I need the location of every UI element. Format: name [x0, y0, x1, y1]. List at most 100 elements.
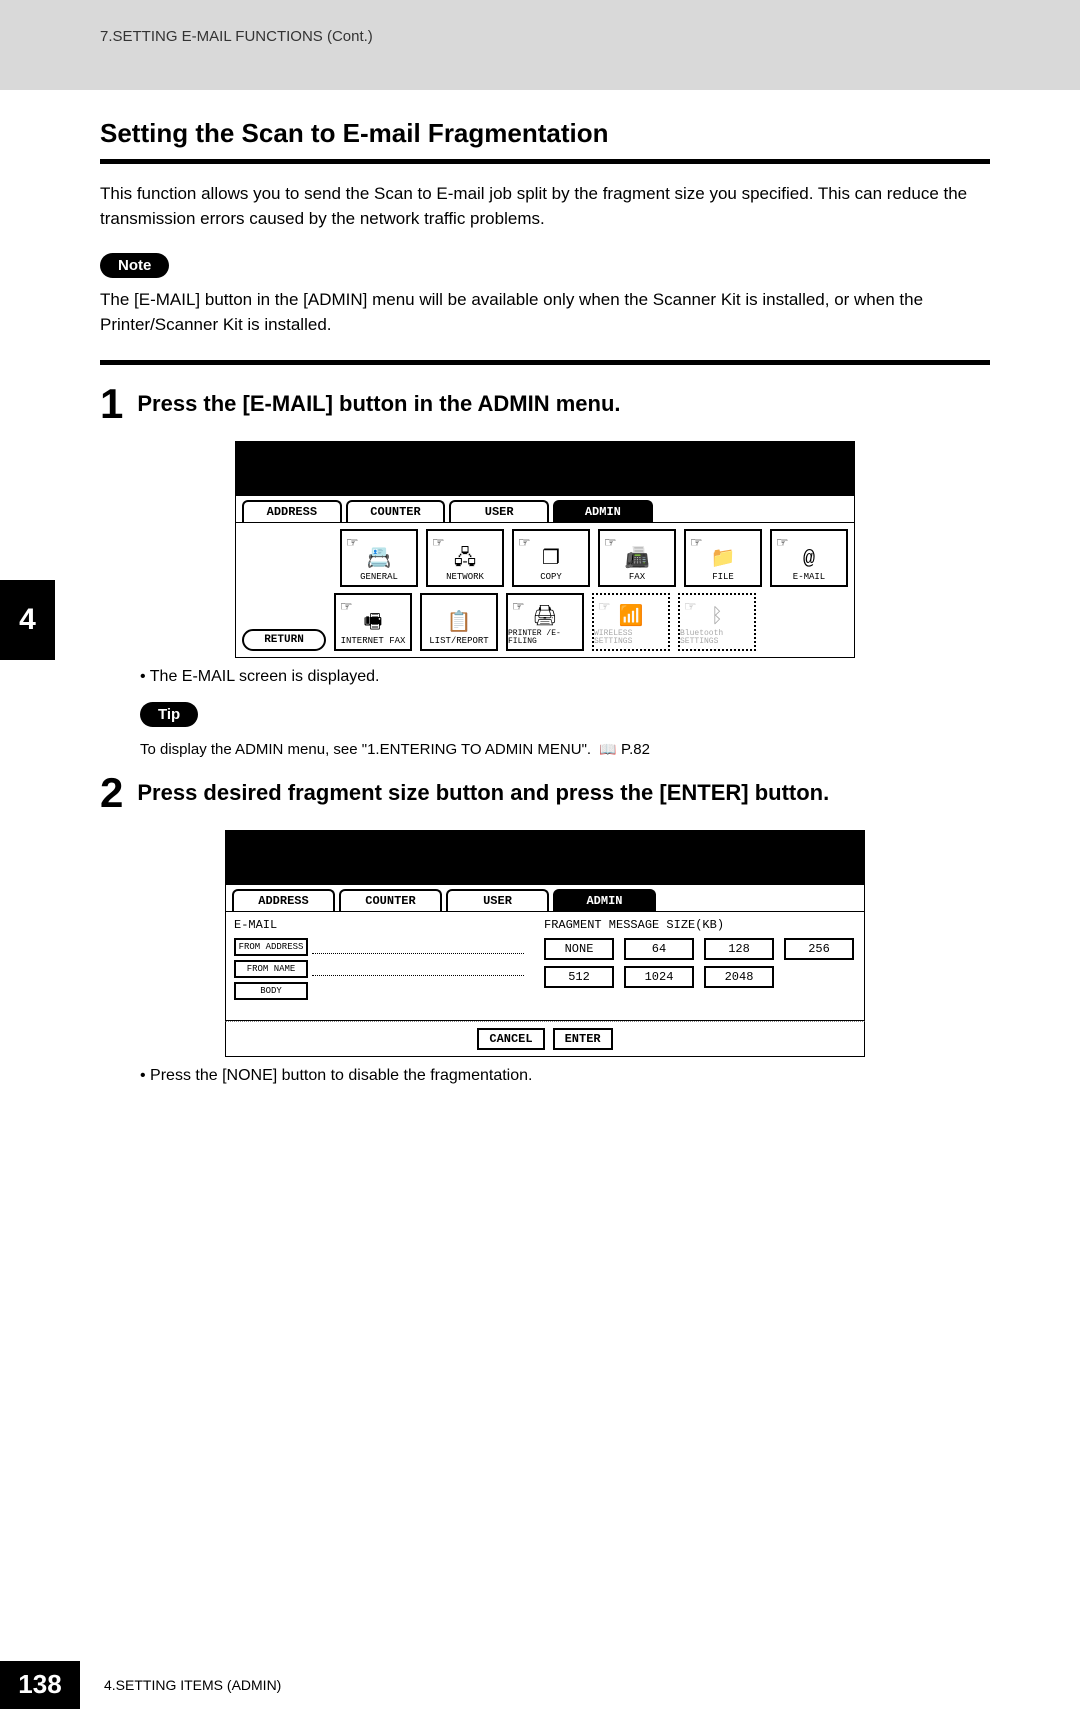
from-address-field[interactable] [312, 940, 524, 954]
screen-black-header [235, 441, 855, 496]
icon-row-2: RETURN ☞ 🖷 INTERNET FAX 📋 LIST/REPORT ☞ … [242, 593, 848, 651]
email-settings-screenshot: ADDRESS COUNTER USER ADMIN E-MAIL FROM A… [225, 830, 865, 1057]
list-report-button[interactable]: 📋 LIST/REPORT [420, 593, 498, 651]
icon-row-1: ☞ 📇 GENERAL ☞ 🖧 NETWORK ☞ ❐ COPY [242, 529, 848, 587]
list-report-icon: 📋 [447, 614, 472, 634]
finger-icon: ☞ [776, 535, 789, 552]
email-right-column: FRAGMENT MESSAGE SIZE(KB) NONE 64 128 25… [544, 918, 856, 1014]
tip-pill: Tip [140, 702, 198, 727]
copy-icon: ❐ [542, 550, 560, 570]
icon-label: GENERAL [360, 572, 398, 582]
finger-icon: ☞ [690, 535, 703, 552]
from-address-row: FROM ADDRESS [234, 938, 524, 956]
body-row: BODY [234, 982, 524, 1000]
title-rule [100, 159, 990, 164]
admin-menu-screenshot: ADDRESS COUNTER USER ADMIN ☞ 📇 GENERAL ☞… [235, 441, 855, 658]
wireless-settings-button: ☞ 📶 WIRELESS SETTINGS [592, 593, 670, 651]
finger-icon: ☞ [432, 535, 445, 552]
icon-label: Bluetooth SETTINGS [680, 630, 754, 646]
from-name-button[interactable]: FROM NAME [234, 960, 308, 978]
size-256-button[interactable]: 256 [784, 938, 854, 960]
from-address-button[interactable]: FROM ADDRESS [234, 938, 308, 956]
size-row-1: NONE 64 128 256 [544, 938, 856, 960]
copy-button[interactable]: ☞ ❐ COPY [512, 529, 590, 587]
email-icon: @ [803, 550, 815, 570]
tab-admin[interactable]: ADMIN [553, 889, 656, 911]
bluetooth-settings-button: ☞ ᛒ Bluetooth SETTINGS [678, 593, 756, 651]
size-64-button[interactable]: 64 [624, 938, 694, 960]
admin-panel: ☞ 📇 GENERAL ☞ 🖧 NETWORK ☞ ❐ COPY [235, 522, 855, 658]
footer: 138 4.SETTING ITEMS (ADMIN) [0, 1661, 1080, 1709]
page-ref: P.82 [621, 741, 650, 758]
finger-icon: ☞ [512, 599, 525, 616]
tab-row: ADDRESS COUNTER USER ADMIN [225, 885, 865, 911]
icon-label: COPY [540, 572, 562, 582]
body-button[interactable]: BODY [234, 982, 308, 1000]
internet-fax-icon: 🖷 [364, 614, 383, 634]
finger-icon: ☞ [684, 599, 697, 616]
step-title: Press desired fragment size button and p… [137, 772, 829, 806]
finger-icon: ☞ [346, 535, 359, 552]
tab-counter[interactable]: COUNTER [346, 500, 446, 522]
size-128-button[interactable]: 128 [704, 938, 774, 960]
action-row: CANCEL ENTER [225, 1021, 865, 1057]
email-button[interactable]: ☞ @ E-MAIL [770, 529, 848, 587]
tab-row: ADDRESS COUNTER USER ADMIN [235, 496, 855, 522]
finger-icon: ☞ [598, 599, 611, 616]
from-name-row: FROM NAME [234, 960, 524, 978]
general-button[interactable]: ☞ 📇 GENERAL [340, 529, 418, 587]
internet-fax-button[interactable]: ☞ 🖷 INTERNET FAX [334, 593, 412, 651]
step1-bullet: The E-MAIL screen is displayed. [140, 668, 990, 686]
icon-label: INTERNET FAX [341, 636, 406, 646]
icon-label: PRINTER /E-FILING [508, 630, 582, 646]
step-number: 2 [100, 772, 123, 814]
general-icon: 📇 [367, 550, 392, 570]
email-panel: E-MAIL FROM ADDRESS FROM NAME BODY FRAGM… [225, 911, 865, 1021]
page-number: 138 [0, 1661, 80, 1709]
icon-label: WIRELESS SETTINGS [594, 630, 668, 646]
return-button[interactable]: RETURN [242, 629, 326, 651]
tab-counter[interactable]: COUNTER [339, 889, 442, 911]
step-1: 1 Press the [E-MAIL] button in the ADMIN… [100, 383, 990, 425]
email-section-label: E-MAIL [234, 918, 524, 932]
fax-button[interactable]: ☞ 📠 FAX [598, 529, 676, 587]
network-button[interactable]: ☞ 🖧 NETWORK [426, 529, 504, 587]
step-number: 1 [100, 383, 123, 425]
file-button[interactable]: ☞ 📁 FILE [684, 529, 762, 587]
intro-text: This function allows you to send the Sca… [100, 182, 990, 231]
tab-user[interactable]: USER [449, 500, 549, 522]
enter-button[interactable]: ENTER [553, 1028, 613, 1050]
finger-icon: ☞ [604, 535, 617, 552]
step-2: 2 Press desired fragment size button and… [100, 772, 990, 814]
finger-icon: ☞ [340, 599, 353, 616]
tab-address[interactable]: ADDRESS [232, 889, 335, 911]
note-text: The [E-MAIL] button in the [ADMIN] menu … [100, 288, 990, 337]
tab-address[interactable]: ADDRESS [242, 500, 342, 522]
printer-efiling-button[interactable]: ☞ 🖨 PRINTER /E-FILING [506, 593, 584, 651]
tab-admin[interactable]: ADMIN [553, 500, 653, 522]
wireless-icon: 📶 [619, 608, 644, 628]
breadcrumb: 7.SETTING E-MAIL FUNCTIONS (Cont.) [100, 28, 373, 45]
fragment-label: FRAGMENT MESSAGE SIZE(KB) [544, 918, 856, 932]
tip-text: To display the ADMIN menu, see "1.ENTERI… [140, 741, 990, 758]
finger-icon: ☞ [518, 535, 531, 552]
footer-chapter: 4.SETTING ITEMS (ADMIN) [104, 1677, 281, 1693]
header-bar: 7.SETTING E-MAIL FUNCTIONS (Cont.) [0, 0, 1080, 90]
icon-label: FAX [629, 572, 645, 582]
size-2048-button[interactable]: 2048 [704, 966, 774, 988]
size-1024-button[interactable]: 1024 [624, 966, 694, 988]
email-left-column: E-MAIL FROM ADDRESS FROM NAME BODY [234, 918, 524, 1014]
from-name-field[interactable] [312, 962, 524, 976]
size-row-2: 512 1024 2048 [544, 966, 856, 988]
screen-black-header [225, 830, 865, 885]
section-title: Setting the Scan to E-mail Fragmentation [100, 118, 990, 149]
tab-user[interactable]: USER [446, 889, 549, 911]
icon-label: E-MAIL [793, 572, 825, 582]
size-512-button[interactable]: 512 [544, 966, 614, 988]
icon-label: NETWORK [446, 572, 484, 582]
icon-label: LIST/REPORT [429, 636, 488, 646]
size-none-button[interactable]: NONE [544, 938, 614, 960]
book-icon: 📖 [599, 741, 616, 758]
file-icon: 📁 [711, 550, 736, 570]
cancel-button[interactable]: CANCEL [477, 1028, 544, 1050]
